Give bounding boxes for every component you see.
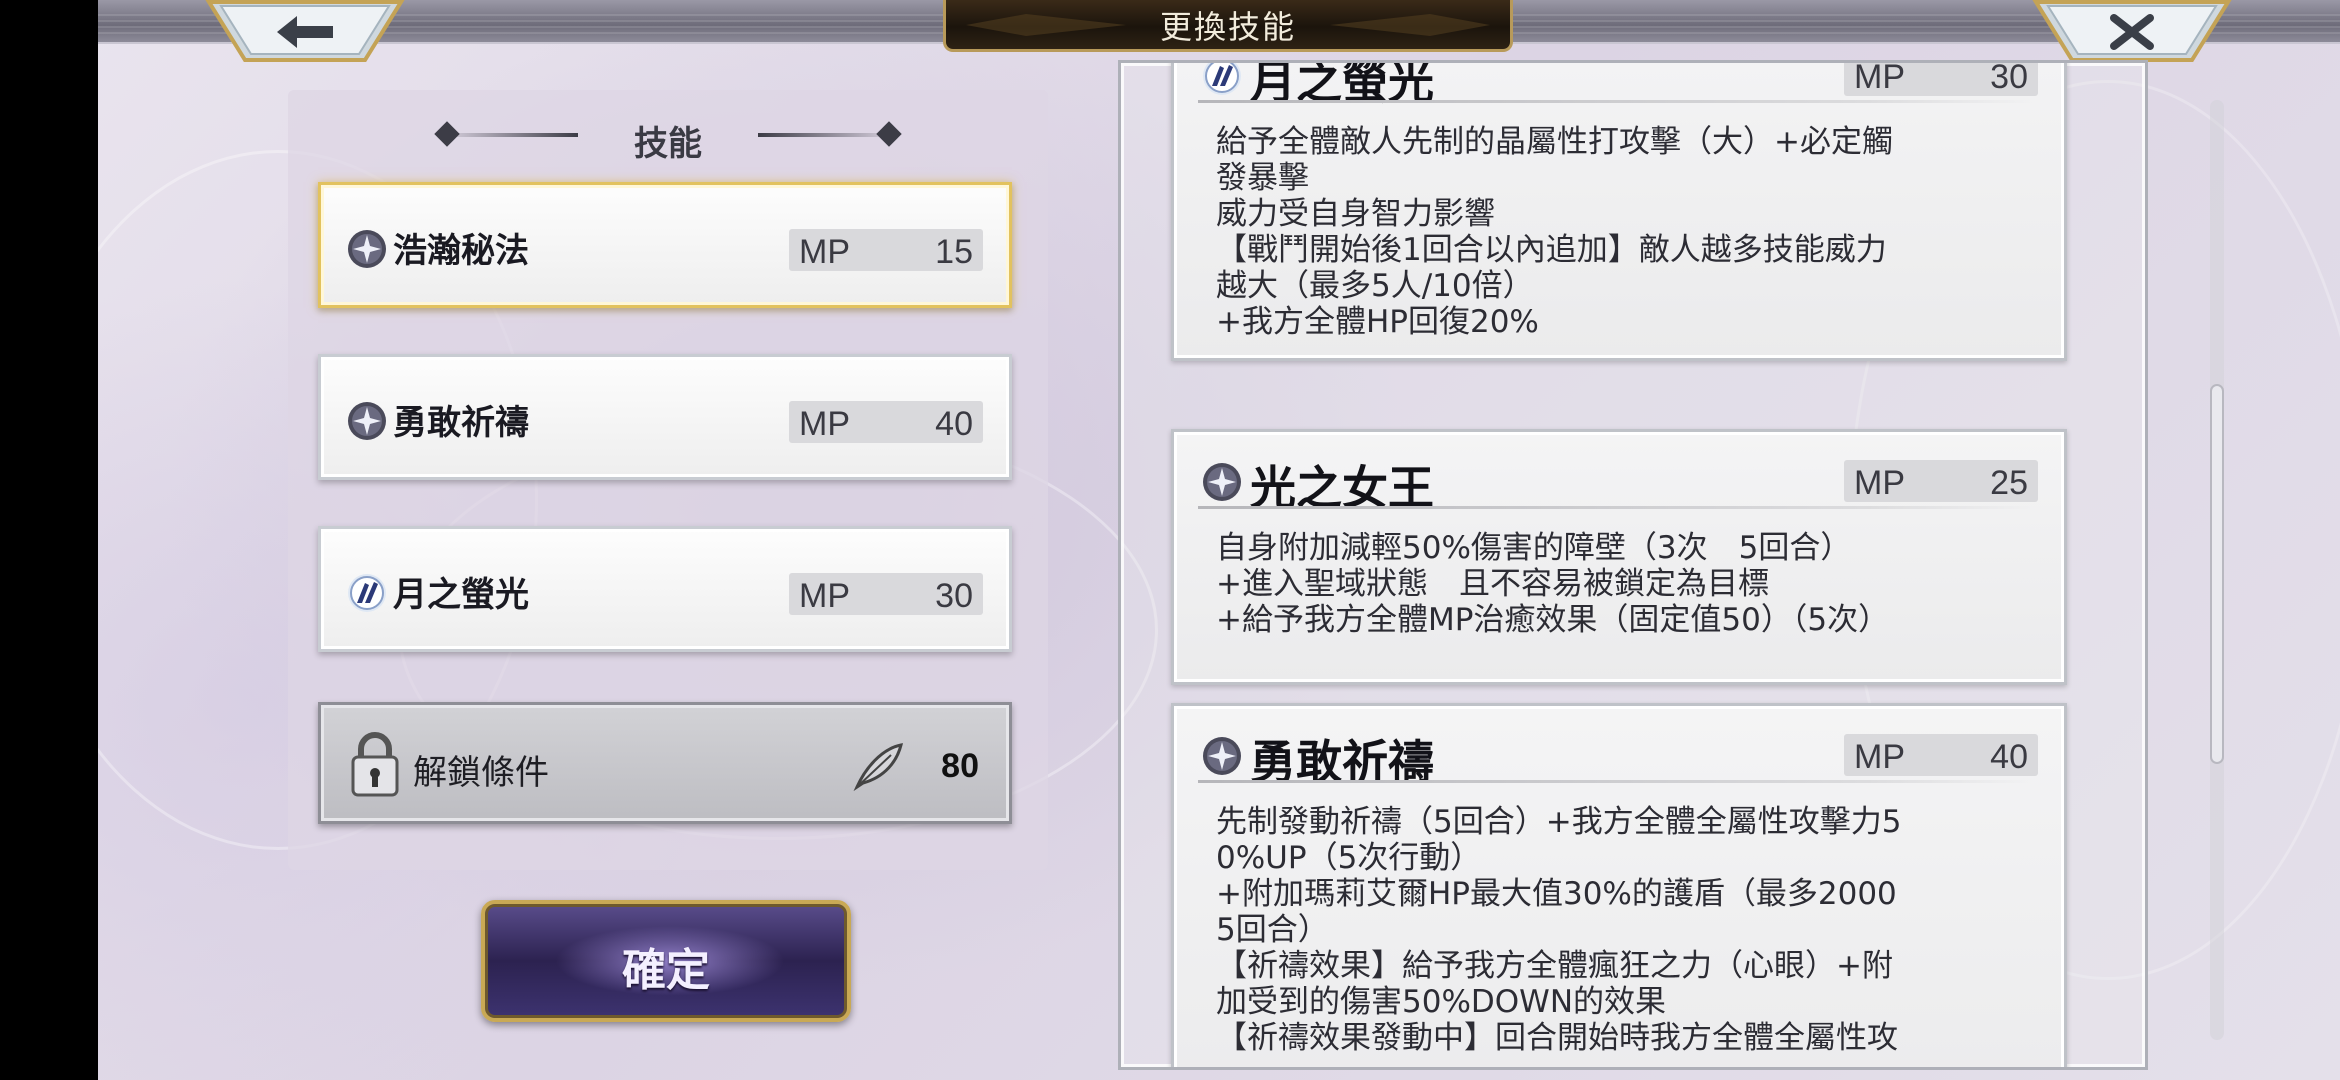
skill-detail-card: 勇敢祈禱 MP 40 先制發動祈禱（5回合）+我方全體全屬性攻擊力5 0%UP（…: [1171, 703, 2067, 1067]
page-title: 更換技能: [1159, 7, 1296, 46]
mp-cost: MP 30: [1844, 60, 2038, 96]
mp-label: MP: [799, 405, 850, 443]
mp-value: 25: [1990, 464, 2028, 502]
skill-name: 浩瀚秘法: [393, 231, 529, 271]
scrollbar-thumb[interactable]: [2210, 384, 2224, 764]
unlock-label: 解鎖條件: [413, 753, 549, 793]
mp-cost: MP 15: [789, 229, 983, 271]
mp-cost: MP 40: [1844, 734, 2038, 776]
arrow-left-icon: [277, 16, 333, 48]
title-plate: 更換技能: [943, 0, 1513, 52]
skill-detail-card: 月之螢光 MP 30 給予全體敵人先制的晶屬性打攻擊（大）+必定觸 發暴擊 威力…: [1171, 60, 2067, 361]
light-element-icon: [348, 402, 386, 440]
unlock-cost: 80: [941, 747, 979, 785]
mp-label: MP: [1854, 60, 1905, 96]
skill-name: 勇敢祈禱: [393, 403, 529, 443]
close-icon: [2110, 14, 2154, 50]
mp-cost: MP 25: [1844, 460, 2038, 502]
skill-slot-3[interactable]: 月之螢光 MP 30: [318, 526, 1012, 652]
skill-detail-name: 月之螢光: [1250, 60, 1434, 109]
mp-label: MP: [1854, 738, 1905, 776]
lock-icon: [351, 732, 399, 797]
mp-label: MP: [1854, 464, 1905, 502]
light-element-icon: [1203, 737, 1241, 775]
skills-panel: 技能 浩瀚秘法 MP 15 勇敢祈禱 MP 40 月之螢光 MP 30 解鎖條件…: [288, 90, 1048, 870]
unlock-slot[interactable]: 解鎖條件 80: [318, 702, 1012, 824]
mp-value: 30: [935, 577, 973, 615]
crystal-element-icon: [1203, 63, 1241, 95]
skill-name: 月之螢光: [393, 575, 529, 615]
skill-detail-description: 先制發動祈禱（5回合）+我方全體全屬性攻擊力5 0%UP（5次行動） +附加瑪莉…: [1216, 804, 1902, 1056]
skills-title: 技能: [634, 124, 702, 164]
mp-label: MP: [799, 233, 850, 271]
confirm-button[interactable]: 確定: [481, 900, 851, 1022]
skill-slot-1[interactable]: 浩瀚秘法 MP 15: [318, 182, 1012, 308]
skill-detail-list[interactable]: 月之螢光 MP 30 給予全體敵人先制的晶屬性打攻擊（大）+必定觸 發暴擊 威力…: [1118, 60, 2148, 1070]
mp-value: 40: [1990, 738, 2028, 776]
skill-slot-2[interactable]: 勇敢祈禱 MP 40: [318, 354, 1012, 480]
skill-detail-card: 光之女王 MP 25 自身附加減輕50%傷害的障壁（3次 5回合） +進入聖域狀…: [1171, 429, 2067, 685]
close-button[interactable]: [2032, 0, 2232, 64]
skill-detail-description: 自身附加減輕50%傷害的障壁（3次 5回合） +進入聖域狀態 且不容易被鎖定為目…: [1216, 530, 1890, 638]
skill-change-screen: 更換技能 技能 浩瀚秘法 MP 15 勇敢祈禱 MP 40 月之螢光 MP 30…: [98, 0, 2340, 1080]
confirm-label: 確定: [622, 945, 710, 996]
mp-value: 30: [1990, 60, 2028, 96]
skill-detail-description: 給予全體敵人先制的晶屬性打攻擊（大）+必定觸 發暴擊 威力受自身智力影響 【戰鬥…: [1216, 124, 1893, 340]
back-button[interactable]: [205, 0, 405, 64]
crystal-element-icon: [348, 574, 386, 612]
mp-cost: MP 30: [789, 573, 983, 615]
skills-header: 技能: [288, 110, 1048, 164]
mp-value: 40: [935, 405, 973, 443]
mp-cost: MP 40: [789, 401, 983, 443]
mp-label: MP: [799, 577, 850, 615]
mp-value: 15: [935, 233, 973, 271]
light-element-icon: [1203, 463, 1241, 501]
feather-icon: [853, 743, 904, 792]
light-element-icon: [348, 230, 386, 268]
